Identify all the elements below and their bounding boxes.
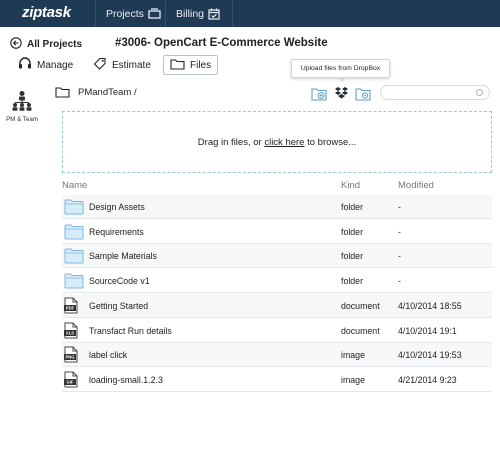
breadcrumb[interactable]: PMandTeam / <box>78 87 137 98</box>
table-row[interactable]: GIF loading-small.1.2.3 image 4/21/2014 9:2… <box>62 368 492 392</box>
dropzone-text-suffix: to browse... <box>304 136 357 148</box>
svg-text:PDF: PDF <box>66 305 75 310</box>
folder-icon <box>64 272 84 291</box>
file-kind: folder <box>341 202 364 212</box>
file-modified: 4/21/2014 9:23 <box>398 374 457 385</box>
nav-divider <box>95 0 96 27</box>
file-name[interactable]: SourceCode v1 <box>89 276 150 286</box>
tab-manage-label: Manage <box>37 59 74 71</box>
file-name[interactable]: Sample Materials <box>89 251 157 261</box>
folder-settings-icon[interactable] <box>355 85 371 101</box>
column-modified[interactable]: Modified <box>398 180 434 191</box>
table-row[interactable]: Sample Materials folder - <box>62 244 492 269</box>
file-kind: image <box>341 374 365 385</box>
folder-icon <box>170 58 185 73</box>
file-kind: document <box>341 300 380 311</box>
table-row[interactable]: Requirements folder - <box>62 220 492 244</box>
file-drop-zone[interactable]: Drag in files, or click here to browse..… <box>62 111 492 173</box>
dropbox-icon[interactable] <box>333 85 349 101</box>
pdf-file-icon: PDF <box>64 297 78 316</box>
file-table-header: Name Kind Modified <box>62 179 492 193</box>
file-name[interactable]: label click <box>89 350 127 360</box>
table-row[interactable]: XLS Transfact Run details document 4/10/201… <box>62 319 492 343</box>
all-projects-label: All Projects <box>27 39 83 50</box>
file-modified: - <box>398 251 401 262</box>
gif-file-icon: GIF <box>64 371 78 390</box>
folder-icon <box>64 223 84 242</box>
folder-icon <box>64 247 84 266</box>
nav-projects[interactable]: Projects <box>106 0 161 27</box>
folder-icon <box>64 198 84 217</box>
search-input[interactable] <box>380 85 490 100</box>
file-modified: - <box>398 276 401 287</box>
file-kind: document <box>341 325 380 336</box>
tab-files[interactable]: Files <box>163 55 219 75</box>
file-kind: folder <box>341 226 364 237</box>
nav-divider <box>165 0 166 27</box>
table-row[interactable]: SourceCode v1 folder - <box>62 269 492 294</box>
nav-billing[interactable]: Billing <box>176 0 220 27</box>
file-modified: 4/10/2014 19:53 <box>398 350 462 361</box>
file-kind: image <box>341 350 365 361</box>
file-name[interactable]: Requirements <box>89 227 144 237</box>
file-kind: folder <box>341 276 364 287</box>
app-logo[interactable]: ziptask <box>22 4 71 21</box>
xls-file-icon: XLS <box>64 322 78 341</box>
file-modified: - <box>398 202 401 212</box>
tab-estimate-label: Estimate <box>112 59 151 71</box>
team-icon <box>11 91 33 114</box>
svg-text:XLS: XLS <box>66 330 74 335</box>
tab-files-label: Files <box>190 59 212 71</box>
file-modified: 4/10/2014 19:1 <box>398 325 457 336</box>
nav-divider <box>232 0 233 27</box>
browse-link[interactable]: click here <box>264 137 304 148</box>
file-name[interactable]: Transfact Run details <box>89 326 172 336</box>
svg-text:PNG: PNG <box>65 355 74 360</box>
column-name[interactable]: Name <box>62 180 87 191</box>
tab-estimate[interactable]: Estimate <box>93 55 151 75</box>
file-name[interactable]: Getting Started <box>89 301 148 311</box>
clear-search-icon[interactable] <box>476 89 483 96</box>
nav-projects-label: Projects <box>106 7 144 20</box>
folder-icon <box>55 86 70 100</box>
project-title: #3006- OpenCart E-Commerce Website <box>115 37 328 49</box>
tag-icon <box>93 57 107 73</box>
headset-icon <box>18 57 32 73</box>
table-row[interactable]: PDF Getting Started document 4/10/2014 18:5… <box>62 293 492 318</box>
pm-team-label: PM & Team <box>6 116 38 123</box>
dropbox-tooltip: Upload files from DropBox <box>291 59 390 82</box>
file-name[interactable]: Design Assets <box>89 202 145 212</box>
file-kind: folder <box>341 251 364 262</box>
top-navbar: ziptask Projects Billing <box>0 0 500 27</box>
file-modified: - <box>398 226 401 237</box>
projects-icon <box>148 8 161 19</box>
tab-manage[interactable]: Manage <box>18 55 73 75</box>
file-modified: 4/10/2014 18:55 <box>398 300 462 311</box>
dropzone-text: Drag in files, or <box>197 136 265 148</box>
calendar-icon <box>208 8 220 20</box>
table-row[interactable]: PNG label click image 4/10/2014 19:53 <box>62 343 492 368</box>
svg-text:GIF: GIF <box>67 380 74 385</box>
nav-billing-label: Billing <box>176 7 205 20</box>
table-row[interactable]: Design Assets folder - <box>62 195 492 219</box>
back-arrow-icon <box>10 37 22 52</box>
all-projects-link[interactable]: All Projects <box>10 37 82 52</box>
column-kind[interactable]: Kind <box>341 180 360 191</box>
pm-team-nav[interactable]: PM & Team <box>4 90 40 123</box>
file-name[interactable]: loading-small.1.2.3 <box>89 375 163 385</box>
path-bar: PMandTeam / <box>50 82 493 104</box>
png-file-icon: PNG <box>64 346 78 365</box>
new-folder-icon[interactable] <box>311 85 327 101</box>
